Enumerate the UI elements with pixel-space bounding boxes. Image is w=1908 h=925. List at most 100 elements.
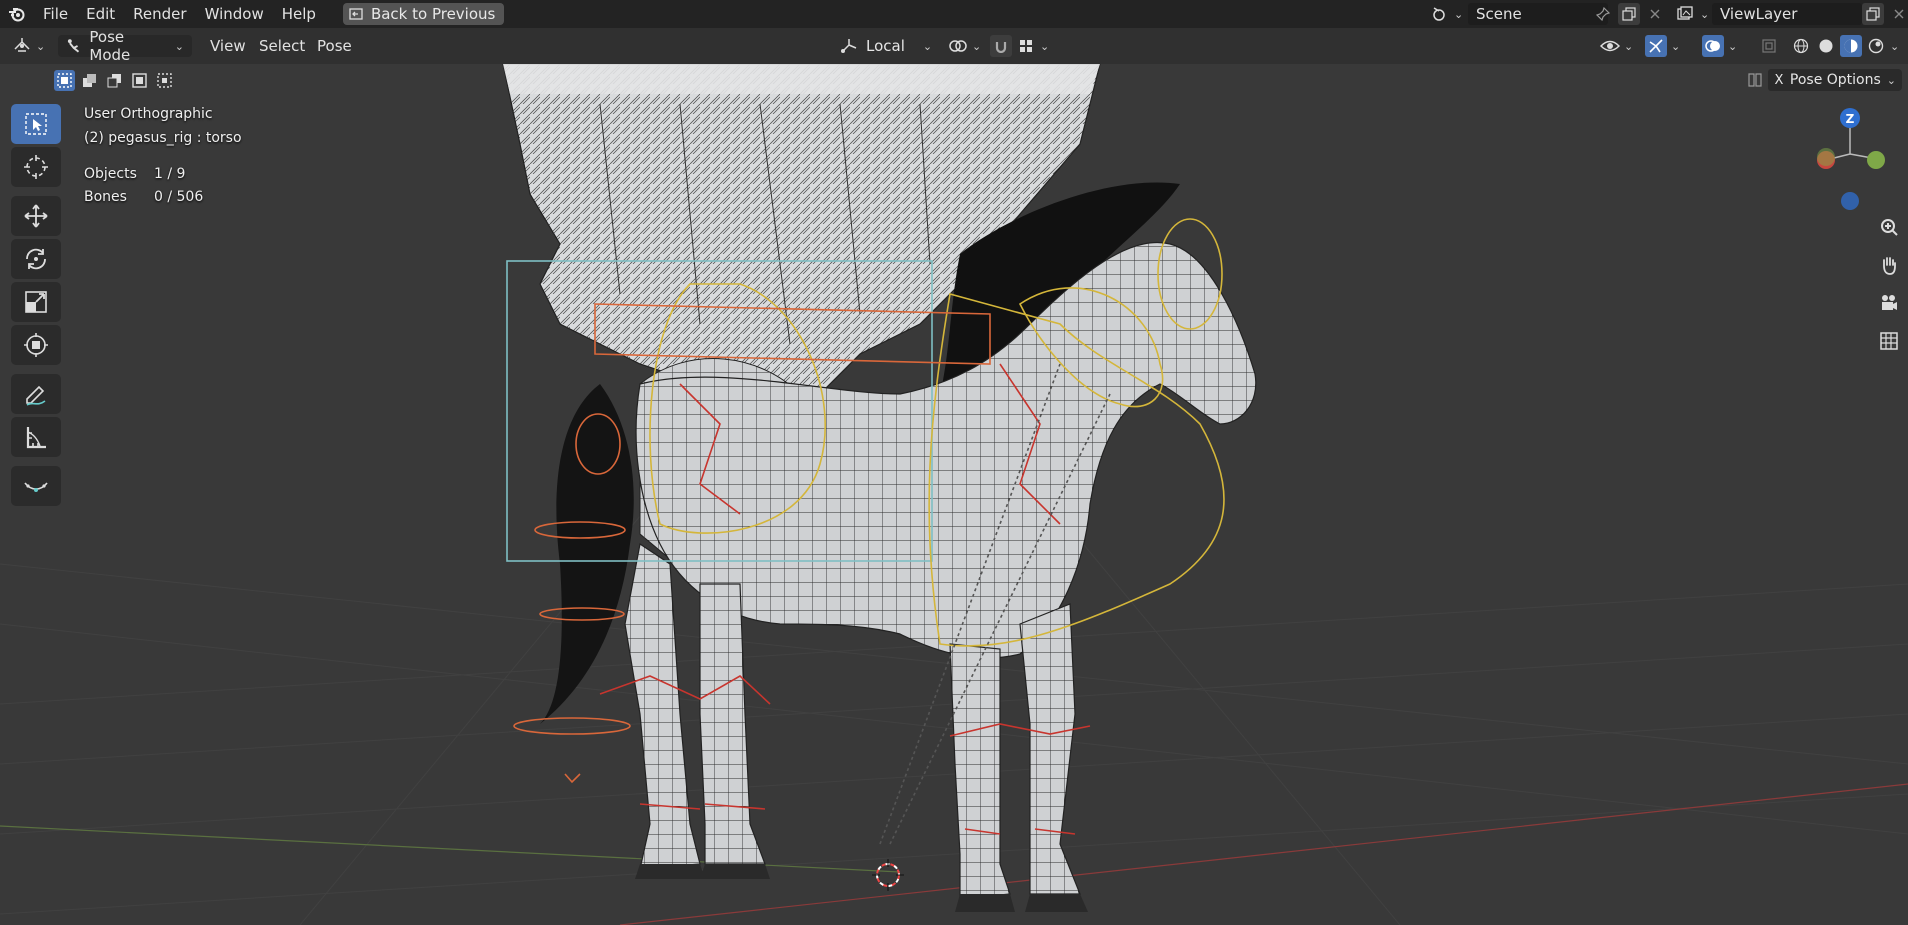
scene-name-field[interactable]: Scene xyxy=(1468,3,1608,25)
rotate-tool[interactable] xyxy=(11,239,61,279)
pan-hand-icon[interactable] xyxy=(1874,250,1904,280)
gizmo-z-axis-label: Z xyxy=(1846,112,1855,126)
3d-viewport[interactable]: User Orthographic (2) pegasus_rig : tors… xyxy=(0,64,1908,925)
view-layer-type-selector[interactable]: ⌄ xyxy=(1674,3,1709,25)
select-box-icon xyxy=(25,113,47,135)
stat-objects-label: Objects xyxy=(84,166,137,182)
overlays-toggle-icon[interactable] xyxy=(1702,35,1724,57)
menu-edit[interactable]: Edit xyxy=(77,0,124,28)
relax-pose-tool[interactable] xyxy=(11,466,61,506)
transform-orientation-dropdown[interactable]: Local ⌄ xyxy=(840,35,932,57)
measure-ruler-icon xyxy=(26,427,46,449)
xray-toggle-icon[interactable] xyxy=(1758,35,1780,57)
menu-select[interactable]: Select xyxy=(259,35,305,57)
chevron-down-icon[interactable]: ⌄ xyxy=(1890,40,1899,53)
move-icon xyxy=(24,204,48,228)
gizmo-toggle-icon[interactable] xyxy=(1645,35,1667,57)
menu-view[interactable]: View xyxy=(210,35,246,57)
menu-render[interactable]: Render xyxy=(124,0,195,28)
pegasus-model-view[interactable] xyxy=(0,64,1908,925)
shading-modes: ⌄ xyxy=(1790,35,1899,57)
viewport-header: ⌄ Pose Mode ⌄ View Select Pose Local ⌄ ⌄… xyxy=(0,28,1908,64)
rotate-icon xyxy=(26,248,46,270)
select-new-icon[interactable] xyxy=(54,70,75,91)
blender-logo-icon[interactable] xyxy=(0,0,34,28)
back-label: Back to Previous xyxy=(370,5,496,23)
x-axis-line xyxy=(619,783,1908,925)
select-subtract-icon[interactable] xyxy=(104,70,125,91)
back-to-previous-button[interactable]: Back to Previous xyxy=(342,3,505,25)
new-view-layer-icon[interactable] xyxy=(1862,3,1884,25)
pose-options-label: Pose Options xyxy=(1789,72,1881,88)
stat-bones-value: 0 / 506 xyxy=(154,189,204,205)
chevron-down-icon[interactable]: ⌄ xyxy=(1671,40,1680,53)
new-scene-icon[interactable] xyxy=(1618,3,1640,25)
transform-tool[interactable] xyxy=(11,325,61,365)
scale-tool[interactable] xyxy=(11,282,61,322)
pivot-icon xyxy=(949,40,967,52)
chevron-down-icon: ⌄ xyxy=(1700,7,1710,21)
chevron-down-icon: ⌄ xyxy=(36,39,46,53)
view-layer-name: ViewLayer xyxy=(1720,5,1798,23)
back-icon xyxy=(349,8,363,20)
pivot-point-dropdown[interactable]: ⌄ xyxy=(948,35,981,57)
select-intersect-icon[interactable] xyxy=(154,70,175,91)
measure-tool[interactable] xyxy=(11,417,61,457)
navigation-gizmo[interactable]: Z xyxy=(1810,104,1890,214)
annotate-pencil-icon xyxy=(26,385,46,406)
view-layer-icon xyxy=(1674,3,1696,25)
select-mode-group xyxy=(54,70,175,91)
navigation-controls xyxy=(1874,212,1908,364)
cursor-icon xyxy=(24,155,48,179)
relax-pose-icon xyxy=(24,482,48,492)
scene-name: Scene xyxy=(1476,5,1522,23)
eye-icon xyxy=(1600,40,1620,52)
solid-shading-icon[interactable] xyxy=(1815,35,1837,57)
pose-options-dropdown[interactable]: Pose Options ⌄ xyxy=(1783,69,1902,91)
cursor-tool[interactable] xyxy=(11,147,61,187)
menu-pose[interactable]: Pose xyxy=(317,35,352,57)
active-object-label: (2) pegasus_rig : torso xyxy=(84,130,242,146)
annotate-tool[interactable] xyxy=(11,374,61,414)
select-extend-icon[interactable] xyxy=(79,70,100,91)
visibility-dropdown[interactable]: ⌄ xyxy=(1600,35,1633,57)
chevron-down-icon[interactable]: ⌄ xyxy=(1728,40,1737,53)
scene-type-selector[interactable]: ⌄ xyxy=(1428,3,1463,25)
delete-scene-icon[interactable] xyxy=(1644,3,1666,25)
chevron-down-icon: ⌄ xyxy=(1040,39,1050,53)
select-box-tool[interactable] xyxy=(11,104,61,144)
chevron-down-icon: ⌄ xyxy=(1624,39,1634,53)
menu-window[interactable]: Window xyxy=(196,0,273,28)
perspective-grid-icon[interactable] xyxy=(1874,326,1904,356)
snap-toggle-icon[interactable] xyxy=(990,35,1012,57)
view-layer-field[interactable]: ViewLayer xyxy=(1712,3,1862,25)
chevron-down-icon: ⌄ xyxy=(174,39,184,53)
mode-dropdown[interactable]: Pose Mode ⌄ xyxy=(58,28,192,64)
stat-objects: Objects 1 / 9 xyxy=(84,166,185,182)
rendered-shading-icon[interactable] xyxy=(1865,35,1887,57)
mirror-options-icon[interactable] xyxy=(1744,69,1766,91)
camera-view-icon[interactable] xyxy=(1874,288,1904,318)
menu-help[interactable]: Help xyxy=(273,0,325,28)
top-menu-bar: File Edit Render Window Help Back to Pre… xyxy=(0,0,1908,28)
stat-bones-label: Bones xyxy=(84,189,127,205)
material-shading-icon[interactable] xyxy=(1840,35,1862,57)
chevron-down-icon: ⌄ xyxy=(972,39,982,53)
zoom-icon[interactable] xyxy=(1874,212,1904,242)
delete-view-layer-icon[interactable] xyxy=(1888,3,1908,25)
mode-label: Pose Mode xyxy=(89,28,131,64)
pin-icon[interactable] xyxy=(1592,3,1614,25)
scene-icon xyxy=(1428,3,1450,25)
view-name: User Orthographic xyxy=(84,106,213,122)
wireframe-shading-icon[interactable] xyxy=(1790,35,1812,57)
hooves xyxy=(635,864,1088,912)
orientation-icon xyxy=(841,39,857,53)
move-tool[interactable] xyxy=(11,196,61,236)
menu-file[interactable]: File xyxy=(34,0,77,28)
chevron-down-icon: ⌄ xyxy=(922,39,933,53)
3d-cursor[interactable] xyxy=(872,859,904,891)
stat-bones: Bones 0 / 506 xyxy=(84,189,203,205)
editor-type-selector[interactable]: ⌄ xyxy=(12,35,45,57)
snap-target-icon[interactable] xyxy=(1015,35,1037,57)
select-invert-icon[interactable] xyxy=(129,70,150,91)
